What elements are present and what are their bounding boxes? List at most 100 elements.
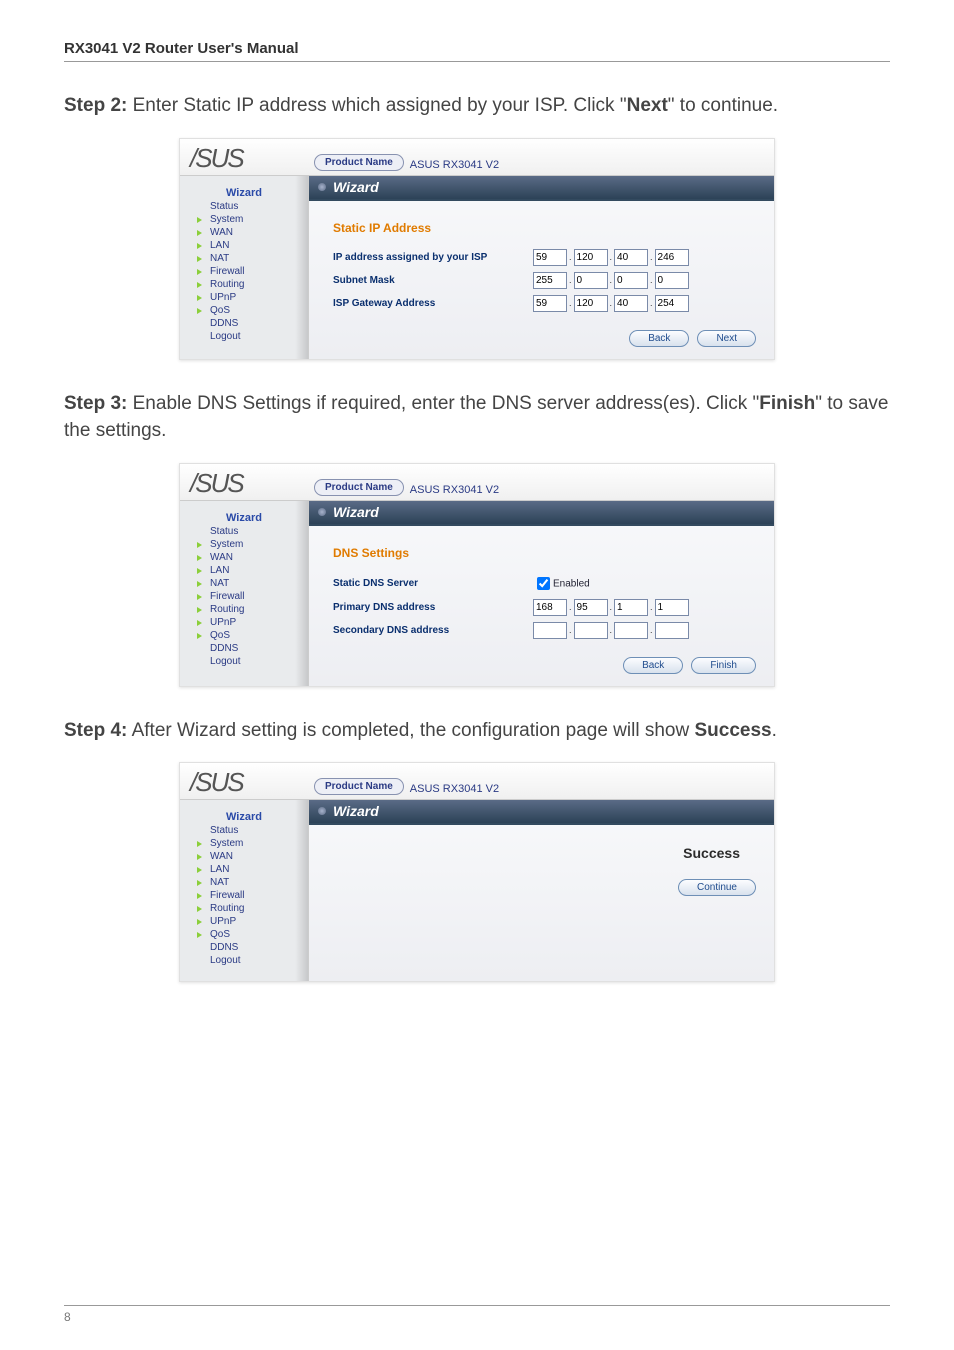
ip-octet[interactable] xyxy=(574,599,608,616)
step4-a: After Wizard setting is completed, the c… xyxy=(127,720,694,741)
header-rule xyxy=(64,61,890,62)
nav-status[interactable]: Status xyxy=(180,200,308,213)
nav-upnp[interactable]: UPnP xyxy=(180,915,308,928)
button-row: Continue xyxy=(309,867,774,896)
nav-wan[interactable]: WAN xyxy=(180,850,308,863)
nav-ddns[interactable]: DDNS xyxy=(180,941,308,954)
ip-octet[interactable] xyxy=(655,622,689,639)
ip-octet[interactable] xyxy=(574,249,608,266)
ip-octet[interactable] xyxy=(655,249,689,266)
dot-icon: . xyxy=(650,275,653,285)
nav-lan[interactable]: LAN xyxy=(180,239,308,252)
nav-ddns[interactable]: DDNS xyxy=(180,642,308,655)
label-static-dns: Static DNS Server xyxy=(333,578,533,589)
step4-text: Step 4: After Wizard setting is complete… xyxy=(64,717,890,745)
label-primary-dns: Primary DNS address xyxy=(333,602,533,613)
nav-logout[interactable]: Logout xyxy=(180,954,308,967)
button-row: Back Finish xyxy=(309,645,774,674)
enabled-label: Enabled xyxy=(553,578,590,589)
nav-firewall[interactable]: Firewall xyxy=(180,590,308,603)
ipgroup-isp-ip: . . . xyxy=(533,249,689,266)
nav-firewall[interactable]: Firewall xyxy=(180,265,308,278)
nav-qos[interactable]: QoS xyxy=(180,928,308,941)
ip-octet[interactable] xyxy=(655,272,689,289)
ip-octet[interactable] xyxy=(533,622,567,639)
next-button[interactable]: Next xyxy=(697,330,756,347)
step3-kw: Finish xyxy=(759,393,815,414)
nav-routing[interactable]: Routing xyxy=(180,278,308,291)
section-title: Static IP Address xyxy=(333,221,774,235)
nav-nat[interactable]: NAT xyxy=(180,876,308,889)
finish-button[interactable]: Finish xyxy=(691,657,756,674)
ip-octet[interactable] xyxy=(574,272,608,289)
product-name-label: Product Name xyxy=(314,154,404,171)
nav-wizard[interactable]: Wizard xyxy=(180,511,308,525)
ip-octet[interactable] xyxy=(614,295,648,312)
label-isp-ip: IP address assigned by your ISP xyxy=(333,252,533,263)
step3-label: Step 3: xyxy=(64,393,127,414)
page-number: 8 xyxy=(64,1310,890,1324)
ip-octet[interactable] xyxy=(655,599,689,616)
sidebar-nav: Wizard Status System WAN LAN NAT Firewal… xyxy=(180,800,309,981)
dot-icon: . xyxy=(610,625,613,635)
nav-system[interactable]: System xyxy=(180,837,308,850)
ipgroup-primary: . . . xyxy=(533,599,689,616)
asus-logo: /SUS xyxy=(190,470,314,500)
success-label: Success xyxy=(309,825,774,867)
nav-status[interactable]: Status xyxy=(180,525,308,538)
nav-wizard[interactable]: Wizard xyxy=(180,186,308,200)
step2-text: Step 2: Enter Static IP address which as… xyxy=(64,92,890,120)
nav-lan[interactable]: LAN xyxy=(180,564,308,577)
ip-octet[interactable] xyxy=(655,295,689,312)
nav-upnp[interactable]: UPnP xyxy=(180,616,308,629)
header-bar: /SUS Product Name ASUS RX3041 V2 xyxy=(180,763,774,800)
nav-system[interactable]: System xyxy=(180,213,308,226)
row-secondary-dns: Secondary DNS address . . . xyxy=(309,622,774,639)
screenshot-step2: /SUS Product Name ASUS RX3041 V2 Wizard … xyxy=(179,138,775,360)
checkbox-group: Enabled xyxy=(533,574,590,593)
nav-logout[interactable]: Logout xyxy=(180,330,308,343)
nav-ddns[interactable]: DDNS xyxy=(180,317,308,330)
nav-qos[interactable]: QoS xyxy=(180,304,308,317)
ip-octet[interactable] xyxy=(533,295,567,312)
back-button[interactable]: Back xyxy=(623,657,683,674)
screenshot-step3: /SUS Product Name ASUS RX3041 V2 Wizard … xyxy=(179,463,775,687)
continue-button[interactable]: Continue xyxy=(678,879,756,896)
back-button[interactable]: Back xyxy=(629,330,689,347)
ip-octet[interactable] xyxy=(533,599,567,616)
spacer xyxy=(309,896,774,936)
nav-nat[interactable]: NAT xyxy=(180,252,308,265)
ip-octet[interactable] xyxy=(533,272,567,289)
nav-wan[interactable]: WAN xyxy=(180,551,308,564)
nav-wizard[interactable]: Wizard xyxy=(180,810,308,824)
nav-qos[interactable]: QoS xyxy=(180,629,308,642)
ip-octet[interactable] xyxy=(533,249,567,266)
asus-logo: /SUS xyxy=(190,769,314,799)
product-name-value: ASUS RX3041 V2 xyxy=(410,159,499,171)
label-subnet: Subnet Mask xyxy=(333,275,533,286)
dot-icon: . xyxy=(569,602,572,612)
nav-logout[interactable]: Logout xyxy=(180,655,308,668)
nav-status[interactable]: Status xyxy=(180,824,308,837)
dot-icon: . xyxy=(650,602,653,612)
footer-rule xyxy=(64,1305,890,1306)
nav-wan[interactable]: WAN xyxy=(180,226,308,239)
row-static-dns: Static DNS Server Enabled xyxy=(309,574,774,593)
ip-octet[interactable] xyxy=(614,599,648,616)
nav-firewall[interactable]: Firewall xyxy=(180,889,308,902)
enabled-checkbox[interactable] xyxy=(537,577,550,590)
ip-octet[interactable] xyxy=(614,272,648,289)
ip-octet[interactable] xyxy=(614,622,648,639)
nav-routing[interactable]: Routing xyxy=(180,902,308,915)
step4-label: Step 4: xyxy=(64,720,127,741)
nav-upnp[interactable]: UPnP xyxy=(180,291,308,304)
nav-lan[interactable]: LAN xyxy=(180,863,308,876)
dot-icon: . xyxy=(610,602,613,612)
nav-nat[interactable]: NAT xyxy=(180,577,308,590)
ip-octet[interactable] xyxy=(574,622,608,639)
step4-b: . xyxy=(772,720,777,741)
ip-octet[interactable] xyxy=(614,249,648,266)
nav-routing[interactable]: Routing xyxy=(180,603,308,616)
nav-system[interactable]: System xyxy=(180,538,308,551)
ip-octet[interactable] xyxy=(574,295,608,312)
